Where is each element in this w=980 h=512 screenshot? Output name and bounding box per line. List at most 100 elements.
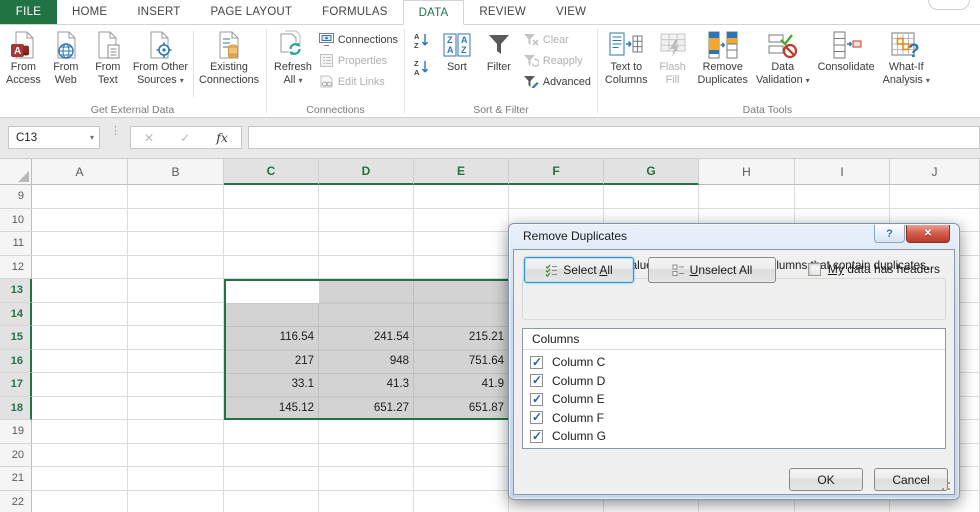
remove-duplicates-button[interactable]: Remove Duplicates [694,27,752,86]
advanced-filter-button[interactable]: Advanced [523,73,591,90]
cancel-button[interactable]: Cancel [874,468,948,491]
filter-button[interactable]: Filter [478,27,520,74]
reapply-filter-button[interactable]: Reapply [523,52,591,69]
cell-e22[interactable] [414,490,509,512]
column-header-a[interactable]: A [32,159,128,185]
cell-a12[interactable] [32,255,128,279]
cell-e12[interactable] [414,255,509,279]
confirm-entry-icon[interactable]: ✓ [180,131,190,145]
cell-d10[interactable] [319,208,414,232]
row-header-13[interactable]: 13 [0,279,32,303]
cell-b14[interactable] [128,302,224,326]
column-header-c[interactable]: C [224,159,319,185]
cell-j9[interactable] [890,185,980,209]
active-cell-c13[interactable] [226,281,319,303]
cell-d9[interactable] [319,185,414,209]
cell-e9[interactable] [414,185,509,209]
cell-b10[interactable] [128,208,224,232]
cell-value[interactable]: 217 [226,350,319,374]
cell-c11[interactable] [224,232,319,256]
column-header-j[interactable]: J [890,159,980,185]
tab-page-layout[interactable]: PAGE LAYOUT [195,0,307,24]
column-header-f[interactable]: F [509,159,604,185]
cell-value[interactable]: 116.54 [226,326,319,350]
close-button[interactable]: ✕ [906,225,950,243]
cell-value[interactable]: 41.3 [319,373,414,397]
cell-b16[interactable] [128,349,224,373]
data-validation-button[interactable]: Data Validation ▾ [752,27,814,87]
row-header-19[interactable]: 19 [0,420,32,444]
from-access-button[interactable]: A From Access [2,27,45,86]
cell-c22[interactable] [224,490,319,512]
tab-home[interactable]: HOME [57,0,122,24]
column-header-e[interactable]: E [414,159,509,185]
row-header-10[interactable]: 10 [0,208,32,232]
cell-e20[interactable] [414,443,509,467]
cell-d19[interactable] [319,420,414,444]
connections-button[interactable]: Connections [318,31,398,48]
select-all-corner[interactable] [0,159,32,185]
tab-data[interactable]: DATA [402,0,465,25]
cell-a19[interactable] [32,420,128,444]
cell-a10[interactable] [32,208,128,232]
properties-button[interactable]: Properties [319,52,398,69]
cell-value[interactable]: 41.9 [414,373,509,397]
name-box[interactable]: C13 ▾ [8,126,100,149]
column-option-e[interactable]: Column E [523,390,945,409]
cell-c10[interactable] [224,208,319,232]
cell-a13[interactable] [32,279,128,303]
text-to-columns-button[interactable]: Text to Columns [601,27,652,86]
cell-a15[interactable] [32,326,128,350]
cell-d12[interactable] [319,255,414,279]
tab-formulas[interactable]: FORMULAS [307,0,403,24]
cell-value[interactable]: 33.1 [226,373,319,397]
cell-b15[interactable] [128,326,224,350]
checkbox-icon[interactable] [530,392,543,406]
cell-d20[interactable] [319,443,414,467]
cell-b22[interactable] [128,490,224,512]
cell-a22[interactable] [32,490,128,512]
cell-d11[interactable] [319,232,414,256]
what-if-analysis-button[interactable]: ? What-If Analysis ▾ [879,27,934,87]
cell-b19[interactable] [128,420,224,444]
tab-insert[interactable]: INSERT [122,0,195,24]
cell-b9[interactable] [128,185,224,209]
cell-b18[interactable] [128,396,224,420]
column-option-d[interactable]: Column D [523,372,945,391]
cell-value[interactable]: 215.21 [414,326,509,350]
checkbox-icon[interactable] [530,429,543,443]
edit-links-button[interactable]: Edit Links [319,73,398,90]
checkbox-icon[interactable] [530,373,543,388]
cell-h9[interactable] [699,185,795,209]
cell-i9[interactable] [795,185,890,209]
cell-e21[interactable] [414,467,509,491]
checkbox-icon[interactable] [530,410,543,425]
tab-file[interactable]: FILE [0,0,57,24]
consolidate-button[interactable]: Consolidate [814,27,879,74]
cell-a9[interactable] [32,185,128,209]
clear-filter-button[interactable]: Clear [523,31,591,48]
flash-fill-button[interactable]: Flash Fill [652,27,694,86]
cell-e10[interactable] [414,208,509,232]
cell-e19[interactable] [414,420,509,444]
cell-a20[interactable] [32,443,128,467]
row-header-9[interactable]: 9 [0,185,32,209]
cell-value[interactable]: 241.54 [319,326,414,350]
formula-bar-handle[interactable]: ⋮ [110,126,121,137]
column-header-i[interactable]: I [795,159,890,185]
existing-connections-button[interactable]: Existing Connections [195,27,263,86]
cell-value[interactable]: 751.64 [414,350,509,374]
from-other-sources-button[interactable]: From Other Sources ▾ [129,27,192,87]
row-header-15[interactable]: 15 [0,326,32,350]
row-header-12[interactable]: 12 [0,255,32,279]
cell-value[interactable]: 948 [319,350,414,374]
cell-c20[interactable] [224,443,319,467]
cell-c21[interactable] [224,467,319,491]
unselect-all-button[interactable]: Unselect All [648,257,776,283]
column-header-d[interactable]: D [319,159,414,185]
from-web-button[interactable]: From Web [45,27,87,86]
cell-c19[interactable] [224,420,319,444]
cell-b20[interactable] [128,443,224,467]
cell-a14[interactable] [32,302,128,326]
cell-b12[interactable] [128,255,224,279]
